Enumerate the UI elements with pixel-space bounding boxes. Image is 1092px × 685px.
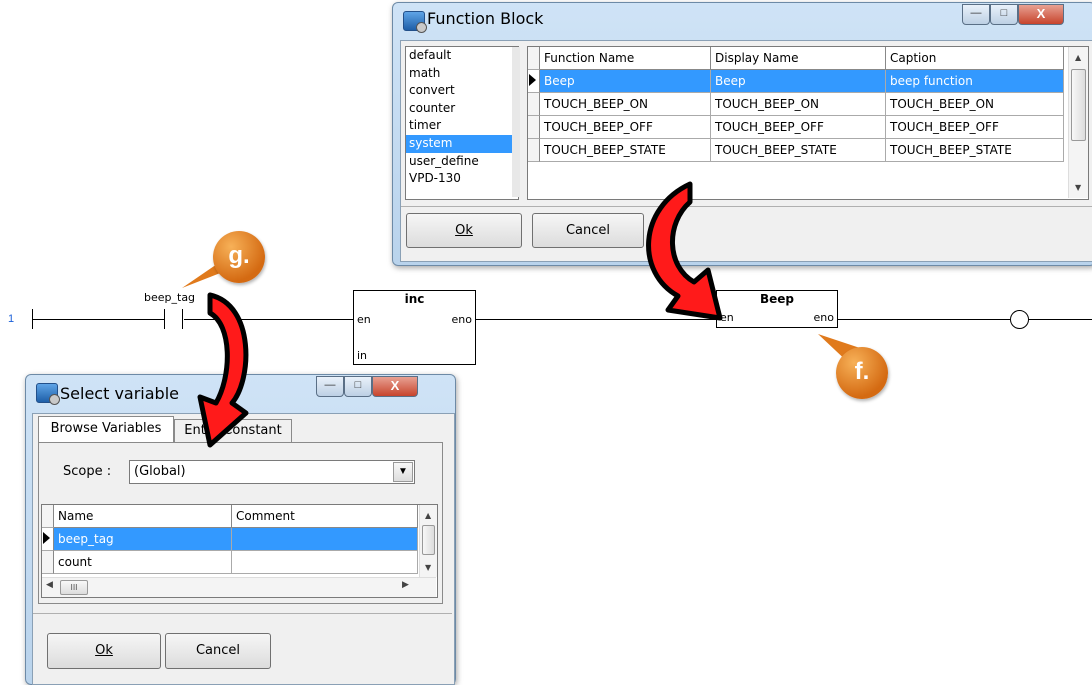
table-cell[interactable]: TOUCH_BEEP_STATE	[886, 139, 1064, 162]
category-item[interactable]: VPD-130	[406, 170, 518, 188]
function-block-dialog[interactable]: Function Block — □ X default math conver…	[392, 2, 1092, 266]
ok-label: Ok	[455, 223, 473, 238]
rung-wire	[1029, 319, 1092, 320]
tab-browse-variables[interactable]: Browse Variables	[38, 416, 174, 443]
variable-table-hscroll[interactable]: ◀ III ▶	[42, 577, 436, 597]
select-variable-app-icon	[36, 383, 60, 405]
cancel-label: Cancel	[565, 223, 611, 238]
category-item[interactable]: timer	[406, 117, 518, 135]
minimize-icon[interactable]: —	[962, 4, 990, 25]
table-cell[interactable]: Beep	[540, 70, 711, 93]
scope-value: (Global)	[134, 464, 186, 479]
select-variable-cancel-button[interactable]: Cancel	[165, 633, 271, 669]
function-table-scrollbar[interactable]: ▲ ▼	[1068, 47, 1088, 198]
table-cell[interactable]: count	[54, 551, 232, 574]
table-cell[interactable]: TOUCH_BEEP_ON	[711, 93, 886, 116]
category-list-scrollbar[interactable]	[512, 47, 520, 197]
category-item[interactable]: default	[406, 47, 518, 65]
column-header-name[interactable]: Name	[54, 505, 232, 528]
variable-table-vscroll[interactable]: ▲ ▼	[419, 505, 437, 577]
row-indicator-icon	[42, 528, 54, 551]
maximize-icon[interactable]: □	[990, 4, 1018, 25]
table-cell[interactable]: TOUCH_BEEP_OFF	[540, 116, 711, 139]
table-cell[interactable]	[232, 528, 418, 551]
column-header-comment[interactable]: Comment	[232, 505, 418, 528]
column-header-display-name[interactable]: Display Name	[711, 47, 886, 70]
beep-pin-eno: eno	[813, 311, 834, 324]
rung-wire	[32, 319, 164, 320]
category-item[interactable]: counter	[406, 100, 518, 118]
ok-label: Ok	[95, 643, 113, 658]
function-block-app-icon	[403, 11, 427, 33]
rung-number: 1	[8, 313, 15, 325]
table-cell[interactable]: beep_tag	[54, 528, 232, 551]
inc-pin-en: en	[357, 313, 371, 326]
function-block-title: Function Block	[427, 9, 544, 28]
table-cell[interactable]: TOUCH_BEEP_OFF	[711, 116, 886, 139]
callout-g: g.	[213, 231, 265, 283]
column-header-function-name[interactable]: Function Name	[540, 47, 711, 70]
table-cell[interactable]: TOUCH_BEEP_STATE	[711, 139, 886, 162]
curved-arrow-icon	[646, 181, 723, 321]
close-icon[interactable]: X	[1018, 4, 1064, 25]
table-cell[interactable]	[232, 551, 418, 574]
table-cell[interactable]: Beep	[711, 70, 886, 93]
coil-icon[interactable]	[1010, 310, 1029, 329]
category-item-selected[interactable]: system	[406, 134, 518, 153]
cancel-label: Cancel	[195, 643, 241, 658]
table-cell[interactable]: TOUCH_BEEP_ON	[886, 93, 1064, 116]
table-cell[interactable]: beep function	[886, 70, 1064, 93]
table-cell[interactable]: TOUCH_BEEP_ON	[540, 93, 711, 116]
select-variable-title: Select variable	[60, 384, 179, 403]
function-table[interactable]: Function Name Display Name Caption Beep …	[527, 46, 1089, 200]
scope-label: Scope :	[63, 464, 112, 479]
curved-arrow-icon	[197, 292, 249, 448]
minimize-icon[interactable]: —	[316, 376, 344, 397]
rung-wire	[837, 319, 1010, 320]
inc-block-title: inc	[404, 292, 425, 306]
table-cell[interactable]: TOUCH_BEEP_STATE	[540, 139, 711, 162]
variable-table[interactable]: Name Comment beep_tag count ▲ ▼ ◀ III ▶	[41, 504, 438, 598]
category-item[interactable]: math	[406, 65, 518, 83]
category-list[interactable]: default math convert counter timer syste…	[405, 46, 519, 200]
function-block-client: default math convert counter timer syste…	[400, 40, 1092, 262]
inc-function-block[interactable]: inc en eno in	[353, 290, 476, 365]
callout-f: f.	[836, 347, 888, 399]
select-variable-ok-button[interactable]: Ok	[47, 633, 161, 669]
column-header-caption[interactable]: Caption	[886, 47, 1064, 70]
dropdown-arrow-icon[interactable]: ▼	[393, 462, 413, 482]
category-item[interactable]: convert	[406, 82, 518, 100]
inc-pin-in: in	[357, 349, 368, 362]
maximize-icon[interactable]: □	[344, 376, 372, 397]
table-cell[interactable]: TOUCH_BEEP_OFF	[886, 116, 1064, 139]
hscroll-grip[interactable]: III	[60, 580, 88, 595]
close-icon[interactable]: X	[372, 376, 418, 397]
function-block-ok-button[interactable]: Ok	[406, 213, 522, 248]
row-indicator-icon	[528, 70, 540, 93]
inc-pin-eno: eno	[451, 313, 472, 326]
category-item[interactable]: user_define	[406, 153, 518, 171]
